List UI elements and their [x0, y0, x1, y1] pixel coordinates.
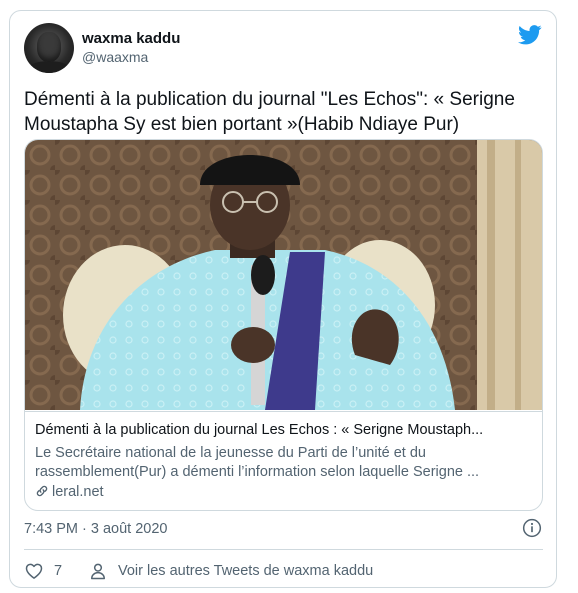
info-icon[interactable] — [522, 518, 542, 538]
heart-icon[interactable] — [24, 561, 44, 581]
link-preview-image[interactable] — [25, 140, 542, 410]
tweet-card: waxma kaddu @waaxma Démenti à la publica… — [9, 10, 557, 588]
link-domain-label: leral.net — [52, 484, 104, 500]
profile-icon[interactable] — [88, 561, 108, 581]
divider — [24, 549, 543, 550]
link-preview-description: Le Secrétaire national de la jeunesse du… — [35, 445, 480, 480]
author-handle[interactable]: @waaxma — [82, 49, 148, 65]
link-preview-title[interactable]: Démenti à la publication du journal Les … — [35, 422, 483, 438]
tweet-text: Démenti à la publication du journal "Les… — [24, 89, 515, 135]
link-preview-info[interactable]: Démenti à la publication du journal Les … — [25, 411, 542, 510]
more-tweets-link[interactable]: Voir les autres Tweets de waxma kaddu — [118, 563, 373, 579]
author-name[interactable]: waxma kaddu — [82, 30, 180, 47]
tweet-timestamp[interactable]: 7:43 PM · 3 août 2020 — [24, 521, 168, 537]
link-preview-card[interactable]: Démenti à la publication du journal Les … — [24, 139, 543, 511]
twitter-bird-icon[interactable] — [518, 25, 542, 45]
avatar[interactable] — [24, 23, 74, 73]
link-icon — [36, 485, 48, 497]
like-count[interactable]: 7 — [54, 563, 62, 579]
link-preview-domain[interactable]: leral.net — [35, 484, 104, 500]
